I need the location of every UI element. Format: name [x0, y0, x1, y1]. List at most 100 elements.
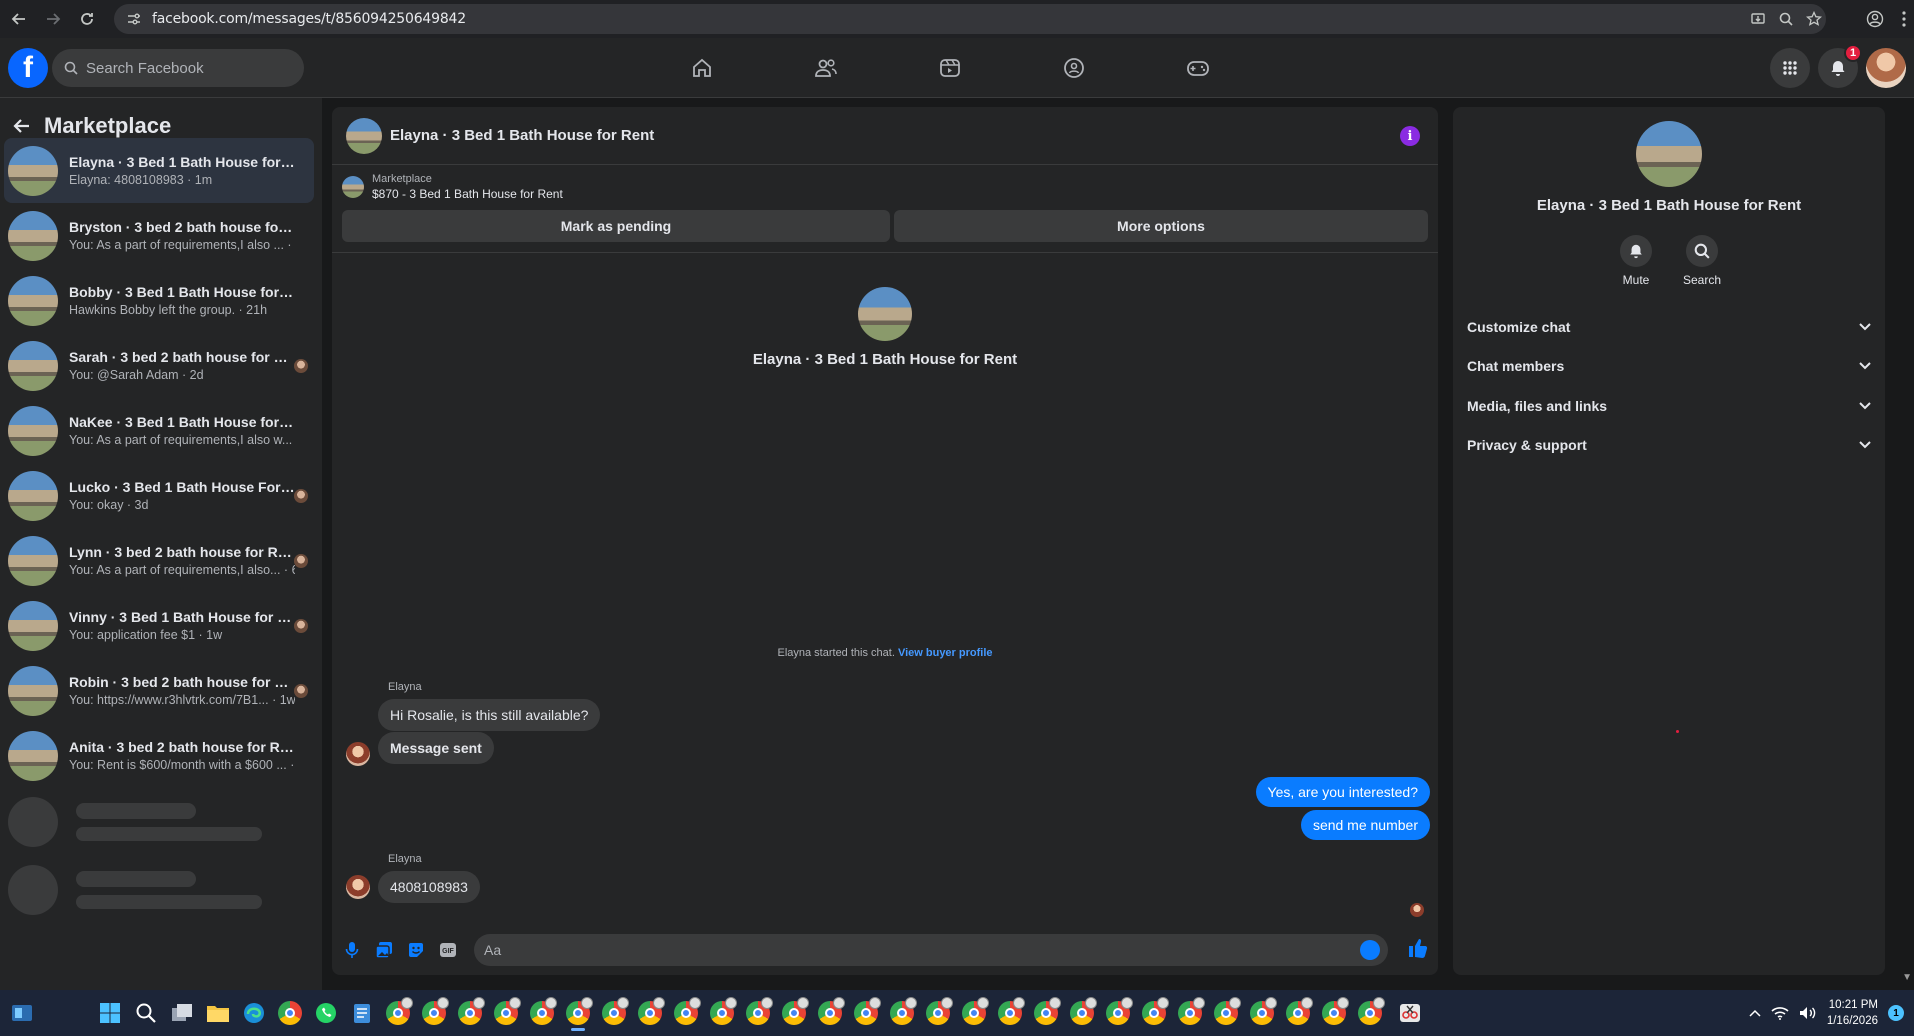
- chrome-icon[interactable]: [272, 995, 308, 1031]
- wifi-icon[interactable]: [1771, 1006, 1789, 1020]
- sticker-icon[interactable]: [404, 938, 428, 962]
- photo-icon[interactable]: [372, 938, 396, 962]
- chevron-up-icon[interactable]: [1749, 1009, 1761, 1017]
- chrome-window-icon[interactable]: [452, 995, 488, 1031]
- notepad-icon[interactable]: [344, 995, 380, 1031]
- chrome-window-icon[interactable]: [920, 995, 956, 1031]
- notification-center-badge[interactable]: 1: [1888, 1005, 1904, 1021]
- edge-icon[interactable]: [236, 995, 272, 1031]
- chrome-window-icon[interactable]: [1280, 995, 1316, 1031]
- incoming-message[interactable]: 4808108983: [378, 871, 480, 903]
- forward-arrow-icon[interactable]: [38, 4, 68, 34]
- conversation-item[interactable]: Lucko · 3 Bed 1 Bath House For ... You: o…: [4, 463, 314, 528]
- chrome-window-icon[interactable]: [632, 995, 668, 1031]
- conversation-item[interactable]: Bryston · 3 bed 2 bath house for R... You…: [4, 203, 314, 268]
- chrome-window-icon[interactable]: [884, 995, 920, 1031]
- friends-icon[interactable]: [764, 38, 888, 98]
- account-avatar[interactable]: [1866, 48, 1906, 88]
- mark-pending-button[interactable]: Mark as pending: [342, 210, 890, 242]
- search-conversation-button[interactable]: Search: [1683, 235, 1721, 287]
- chrome-window-icon[interactable]: [1316, 995, 1352, 1031]
- snipping-tool-icon[interactable]: [1392, 995, 1428, 1031]
- notifications-button[interactable]: 1: [1818, 44, 1862, 88]
- video-icon[interactable]: [888, 38, 1012, 98]
- install-app-icon[interactable]: [1750, 11, 1766, 27]
- conversation-item[interactable]: Bobby · 3 Bed 1 Bath House for Rent Hawki…: [4, 268, 314, 333]
- chrome-window-icon[interactable]: [992, 995, 1028, 1031]
- chrome-window-icon[interactable]: [1064, 995, 1100, 1031]
- incoming-message[interactable]: Message sent: [378, 732, 494, 764]
- conversation-item[interactable]: Vinny · 3 Bed 1 Bath House for R... You: …: [4, 593, 314, 658]
- chrome-window-icon[interactable]: [488, 995, 524, 1031]
- chrome-window-icon[interactable]: [596, 995, 632, 1031]
- task-view-icon[interactable]: [164, 995, 200, 1031]
- back-arrow-icon[interactable]: [4, 4, 34, 34]
- view-buyer-profile-link[interactable]: View buyer profile: [898, 647, 993, 659]
- chrome-window-icon[interactable]: [704, 995, 740, 1031]
- back-arrow-icon[interactable]: [10, 114, 34, 138]
- bookmark-star-icon[interactable]: [1806, 11, 1822, 27]
- emoji-icon[interactable]: [1360, 940, 1380, 960]
- volume-icon[interactable]: [1799, 1006, 1817, 1020]
- more-options-button[interactable]: More options: [894, 210, 1428, 242]
- outgoing-message[interactable]: send me number: [1300, 810, 1430, 840]
- conversation-item[interactable]: Anita · 3 bed 2 bath house for Rent You: …: [4, 723, 314, 788]
- thumbs-up-icon[interactable]: [1408, 938, 1428, 958]
- zoom-icon[interactable]: [1778, 11, 1794, 27]
- accordion-item[interactable]: Media, files and links: [1461, 386, 1877, 426]
- sender-avatar[interactable]: [346, 742, 370, 766]
- accordion-item[interactable]: Chat members: [1461, 347, 1877, 387]
- chrome-window-icon[interactable]: [1172, 995, 1208, 1031]
- outgoing-message[interactable]: Yes, are you interested?: [1255, 777, 1430, 807]
- conversation-item[interactable]: NaKee · 3 Bed 1 Bath House for Rent You: …: [4, 398, 314, 463]
- info-icon[interactable]: i: [1400, 126, 1420, 146]
- chrome-window-icon[interactable]: [848, 995, 884, 1031]
- menu-grid-button[interactable]: [1770, 48, 1810, 88]
- taskbar-search-icon[interactable]: [128, 995, 164, 1031]
- chrome-window-icon[interactable]: [1028, 995, 1064, 1031]
- widgets-icon[interactable]: [4, 995, 40, 1031]
- accordion-item[interactable]: Customize chat: [1461, 307, 1877, 347]
- conversation-item[interactable]: Robin · 3 bed 2 bath house for R... You: …: [4, 658, 314, 723]
- gaming-icon[interactable]: [1136, 38, 1260, 98]
- chrome-window-icon[interactable]: [560, 995, 596, 1031]
- chrome-window-icon[interactable]: [1352, 995, 1388, 1031]
- start-icon[interactable]: [92, 995, 128, 1031]
- conversation-item[interactable]: Lynn · 3 bed 2 bath house for Re... You: …: [4, 528, 314, 593]
- chrome-window-icon[interactable]: [776, 995, 812, 1031]
- chrome-window-icon[interactable]: [1244, 995, 1280, 1031]
- incoming-message[interactable]: Hi Rosalie, is this still available?: [378, 699, 601, 731]
- accordion-item[interactable]: Privacy & support: [1461, 426, 1877, 466]
- browser-menu-icon[interactable]: [1902, 11, 1906, 27]
- chrome-window-icon[interactable]: [668, 995, 704, 1031]
- chrome-window-icon[interactable]: [416, 995, 452, 1031]
- groups-icon[interactable]: [1012, 38, 1136, 98]
- message-input[interactable]: Aa: [474, 934, 1388, 966]
- scroll-down-arrow[interactable]: ▼: [1902, 972, 1912, 983]
- taskbar-clock[interactable]: 10:21 PM 1/16/2026: [1827, 997, 1878, 1029]
- chrome-window-icon[interactable]: [1208, 995, 1244, 1031]
- gif-icon[interactable]: GIF: [436, 938, 460, 962]
- conversation-item[interactable]: Sarah · 3 bed 2 bath house for R... You: …: [4, 333, 314, 398]
- site-settings-icon[interactable]: [124, 9, 144, 29]
- chrome-window-icon[interactable]: [380, 995, 416, 1031]
- mute-button[interactable]: Mute: [1618, 235, 1654, 287]
- chat-title[interactable]: Elayna · 3 Bed 1 Bath House for Rent: [390, 127, 654, 144]
- whatsapp-icon[interactable]: [308, 995, 344, 1031]
- file-explorer-icon[interactable]: [200, 995, 236, 1031]
- chrome-window-icon[interactable]: [524, 995, 560, 1031]
- address-bar[interactable]: facebook.com/messages/t/856094250649842: [114, 4, 1826, 34]
- chrome-window-icon[interactable]: [956, 995, 992, 1031]
- facebook-search-input[interactable]: Search Facebook: [52, 49, 304, 87]
- facebook-logo[interactable]: f: [8, 48, 48, 88]
- listing-thumbnail[interactable]: [346, 117, 382, 154]
- chrome-window-icon[interactable]: [812, 995, 848, 1031]
- profile-icon[interactable]: [1866, 10, 1884, 28]
- chrome-window-icon[interactable]: [740, 995, 776, 1031]
- chrome-window-icon[interactable]: [1136, 995, 1172, 1031]
- sender-avatar[interactable]: [346, 875, 370, 899]
- reload-icon[interactable]: [72, 4, 102, 34]
- home-icon[interactable]: [640, 38, 764, 98]
- chrome-window-icon[interactable]: [1100, 995, 1136, 1031]
- listing-summary[interactable]: Marketplace $870 - 3 Bed 1 Bath House fo…: [342, 173, 563, 201]
